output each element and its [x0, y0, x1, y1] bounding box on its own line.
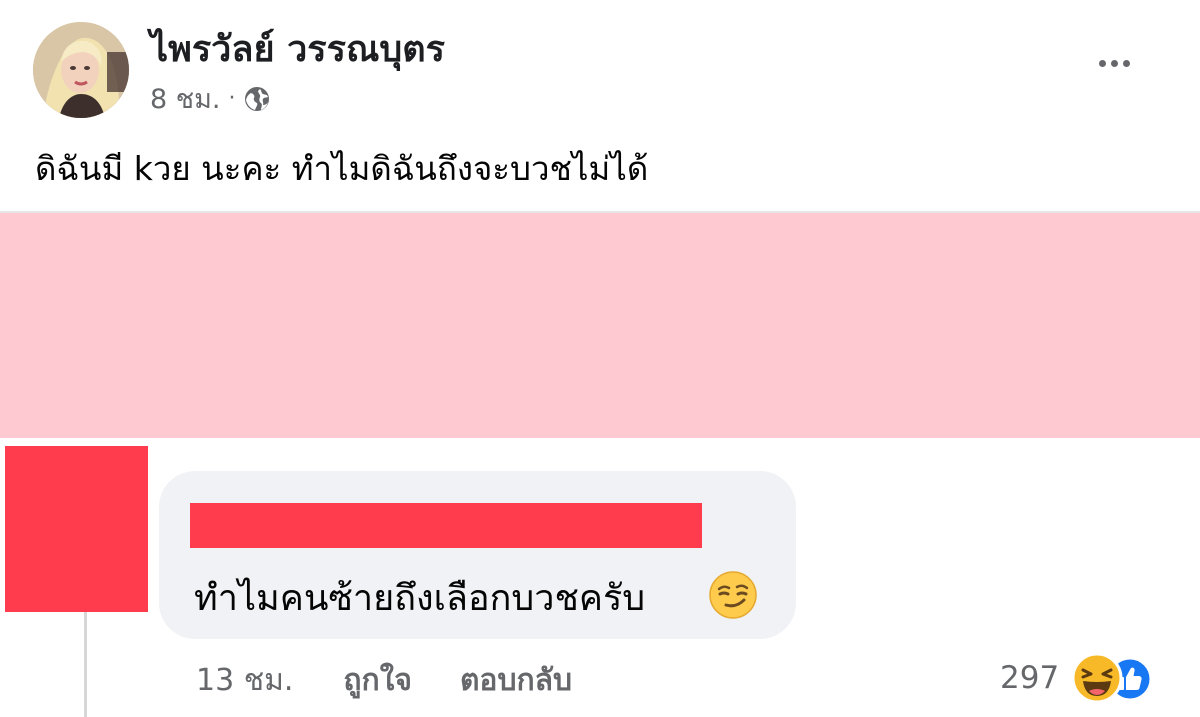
reply-button[interactable]: ตอบกลับ — [460, 657, 572, 704]
haha-icon — [1071, 652, 1123, 704]
redacted-commenter-avatar — [5, 446, 148, 612]
facebook-post-screenshot: ไพรวัลย์ วรรณบุตร 8 ชม. · ดิฉันมี kวย นะ… — [0, 0, 1200, 717]
author-avatar[interactable] — [33, 22, 129, 118]
reaction-icons — [1071, 652, 1161, 704]
comment-timestamp[interactable]: 13 ชม. — [196, 657, 293, 704]
like-button[interactable]: ถูกใจ — [343, 657, 412, 704]
more-options-icon[interactable] — [1092, 48, 1136, 78]
redacted-media-area — [0, 213, 1200, 438]
comment-text: ทำไมคนซ้ายถึงเลือกบวชครับ — [194, 578, 646, 619]
post-text: ดิฉันมี kวย นะคะ ทำไมดิฉันถึงจะบวชไม่ได้ — [35, 149, 649, 188]
redacted-commenter-name — [190, 503, 702, 548]
post-meta: 8 ชม. · — [150, 77, 271, 120]
author-name[interactable]: ไพรวัลย์ วรรณบุตร — [150, 20, 445, 77]
meta-separator: · — [228, 86, 236, 111]
more-dot — [1122, 59, 1130, 67]
reaction-summary[interactable]: 297 — [1000, 652, 1161, 704]
comment-actions: 13 ชม. ถูกใจ ตอบกลับ — [196, 657, 620, 704]
globe-icon[interactable] — [243, 85, 271, 113]
avatar-portrait-image — [33, 22, 129, 118]
reaction-count: 297 — [1000, 660, 1060, 696]
smirk-emoji-icon — [708, 570, 758, 620]
post-timestamp[interactable]: 8 ชม. — [150, 77, 220, 120]
reply-thread-line — [84, 612, 87, 717]
more-dot — [1098, 59, 1106, 67]
more-dot — [1110, 59, 1118, 67]
